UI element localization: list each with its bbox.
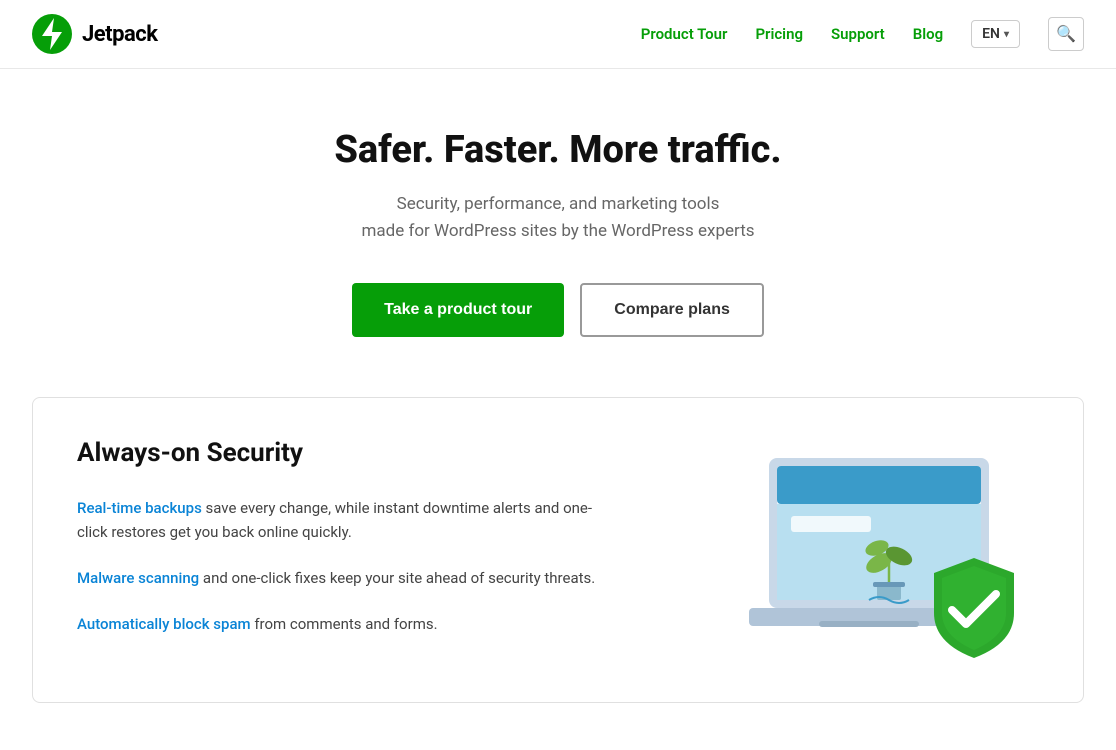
security-illustration	[739, 438, 1039, 658]
site-header: Jetpack Product Tour Pricing Support Blo…	[0, 0, 1116, 69]
nav-blog[interactable]: Blog	[913, 25, 943, 43]
main-nav: Product Tour Pricing Support Blog EN ▾ 🔍	[641, 17, 1084, 51]
jetpack-logo-icon	[32, 14, 72, 54]
malware-scanning-link[interactable]: Malware scanning	[77, 569, 199, 587]
real-time-backups-link[interactable]: Real-time backups	[77, 499, 202, 517]
search-icon: 🔍	[1056, 24, 1076, 44]
search-button[interactable]: 🔍	[1048, 17, 1084, 51]
chevron-down-icon: ▾	[1004, 29, 1009, 40]
card-p2-text: and one-click fixes keep your site ahead…	[199, 569, 595, 587]
hero-title: Safer. Faster. More traffic.	[40, 129, 1076, 173]
language-selector[interactable]: EN ▾	[971, 20, 1020, 48]
card-p3-text: from comments and forms.	[251, 615, 438, 633]
security-card: Always-on Security Real-time backups sav…	[32, 397, 1084, 703]
nav-support[interactable]: Support	[831, 25, 885, 43]
security-svg	[739, 438, 1039, 658]
nav-product-tour[interactable]: Product Tour	[641, 25, 728, 43]
card-paragraph-3: Automatically block spam from comments a…	[77, 612, 597, 636]
card-paragraph-2: Malware scanning and one-click fixes kee…	[77, 566, 597, 590]
take-product-tour-button[interactable]: Take a product tour	[352, 283, 564, 337]
block-spam-link[interactable]: Automatically block spam	[77, 615, 251, 633]
nav-pricing[interactable]: Pricing	[755, 25, 803, 43]
lang-label: EN	[982, 26, 1000, 42]
hero-section: Safer. Faster. More traffic. Security, p…	[0, 69, 1116, 387]
hero-buttons: Take a product tour Compare plans	[40, 283, 1076, 337]
logo-area[interactable]: Jetpack	[32, 14, 157, 54]
compare-plans-button[interactable]: Compare plans	[580, 283, 764, 337]
logo-text: Jetpack	[82, 22, 157, 47]
card-paragraph-1: Real-time backups save every change, whi…	[77, 496, 597, 544]
hero-subtitle: Security, performance, and marketing too…	[40, 191, 1076, 245]
card-content: Always-on Security Real-time backups sav…	[77, 438, 597, 658]
card-title: Always-on Security	[77, 438, 597, 468]
